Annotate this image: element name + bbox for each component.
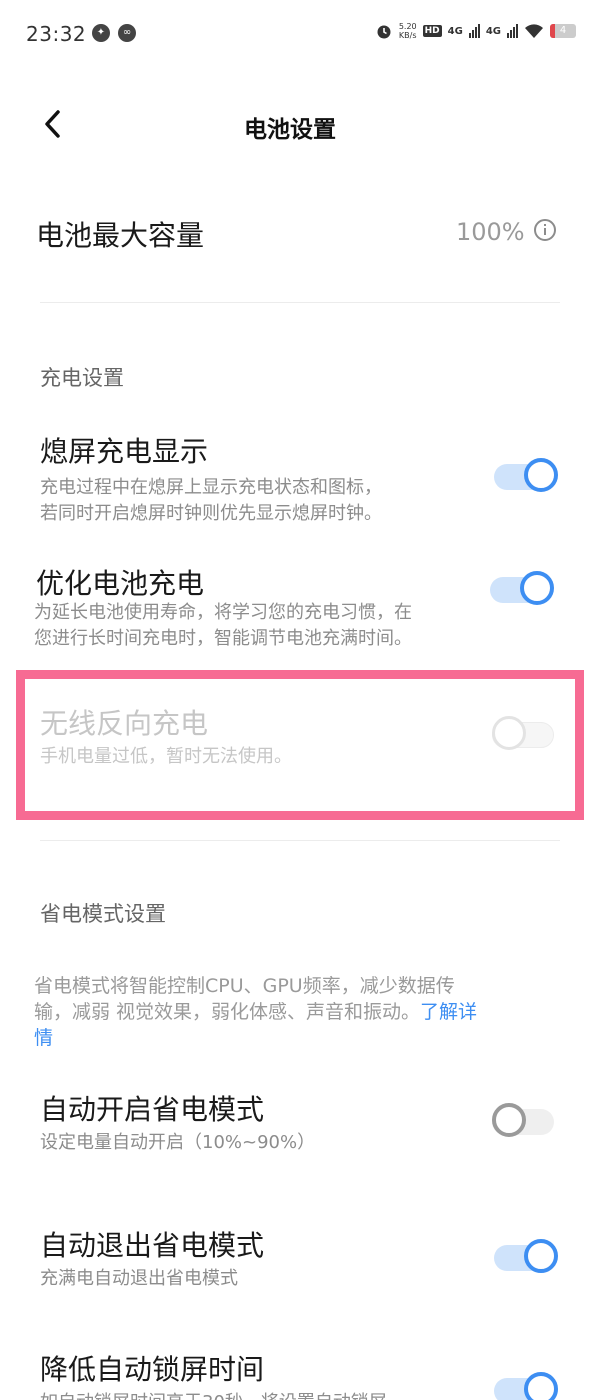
divider xyxy=(40,840,560,841)
network-type-2: 4G xyxy=(485,25,501,37)
reduce-auto-lock-time-title: 降低自动锁屏时间 xyxy=(40,1353,265,1386)
aod-charging-display-toggle[interactable] xyxy=(494,456,560,496)
network-speed-value: 5.20 xyxy=(398,22,417,31)
auto-exit-power-saving-row[interactable]: 自动退出省电模式 充满电自动退出省电模式 xyxy=(0,1224,600,1304)
reduce-auto-lock-time-toggle[interactable] xyxy=(494,1370,560,1400)
toggle-knob xyxy=(492,1103,526,1137)
optimized-charging-desc-1: 为延长电池使用寿命，将学习您的充电习惯，在 xyxy=(34,602,412,623)
power-saving-desc-line-3: 情 xyxy=(34,1025,574,1051)
signal-icon-2 xyxy=(507,24,518,38)
toggle-knob xyxy=(524,1372,558,1400)
battery-icon: 4 xyxy=(550,24,576,38)
battery-capacity-row: 电池最大容量 100% xyxy=(0,200,600,270)
highlight-box xyxy=(16,670,584,820)
battery-level: 4 xyxy=(559,25,567,36)
auto-enable-power-saving-toggle[interactable] xyxy=(492,1101,558,1141)
battery-capacity-label: 电池最大容量 xyxy=(36,219,205,252)
charging-section-header: 充电设置 xyxy=(40,366,124,390)
divider xyxy=(40,302,560,303)
wifi-icon xyxy=(525,24,543,38)
auto-enable-power-saving-desc: 设定电量自动开启（10%~90%） xyxy=(40,1132,316,1153)
status-bar: 23:32 ✦ ∞ 5.20 KB/s HD 4G 4G 4 xyxy=(0,0,600,70)
network-speed-unit: KB/s xyxy=(398,31,417,40)
toggle-knob xyxy=(524,1239,558,1273)
status-time: 23:32 xyxy=(26,22,87,46)
page-title: 电池设置 xyxy=(244,117,336,143)
power-saving-description: 省电模式将智能控制CPU、GPU频率，减少数据传 输，减弱 视觉效果，弱化体感、… xyxy=(34,973,574,1051)
status-left-icons: ✦ ∞ xyxy=(92,24,136,42)
alarm-icon xyxy=(377,25,391,39)
power-saving-desc-line-1: 省电模式将智能控制CPU、GPU频率，减少数据传 xyxy=(34,975,455,997)
reduce-auto-lock-time-row[interactable]: 降低自动锁屏时间 如自动锁屏时间高于30秒，将设置自动锁屏 xyxy=(0,1348,600,1400)
aod-charging-display-row[interactable]: 熄屏充电显示 充电过程中在熄屏上显示充电状态和图标， 若同时开启熄屏时钟则优先显… xyxy=(0,430,600,530)
auto-exit-power-saving-title: 自动退出省电模式 xyxy=(40,1229,265,1262)
hd-badge: HD xyxy=(422,25,442,37)
auto-enable-power-saving-title: 自动开启省电模式 xyxy=(40,1093,265,1126)
chevron-left-icon xyxy=(45,110,60,138)
back-button[interactable] xyxy=(34,104,74,144)
wechat-icon: ✦ xyxy=(92,24,110,42)
reduce-auto-lock-time-desc: 如自动锁屏时间高于30秒，将设置自动锁屏 xyxy=(40,1390,387,1400)
auto-exit-power-saving-desc: 充满电自动退出省电模式 xyxy=(40,1268,238,1289)
network-type-1: 4G xyxy=(447,25,463,37)
learn-more-link-cont[interactable]: 情 xyxy=(34,1027,53,1049)
optimized-charging-title: 优化电池充电 xyxy=(36,567,205,600)
toggle-knob xyxy=(520,571,554,605)
power-saving-desc-line-2-text: 输，减弱 视觉效果，弱化体感、声音和振动。 xyxy=(34,1001,421,1023)
network-speed: 5.20 KB/s xyxy=(399,22,417,40)
battery-capacity-value: 100% xyxy=(456,218,525,246)
learn-more-link[interactable]: 了解详 xyxy=(420,1001,477,1023)
auto-enable-power-saving-row[interactable]: 自动开启省电模式 设定电量自动开启（10%~90%） xyxy=(0,1088,600,1168)
aod-charging-display-desc-1: 充电过程中在熄屏上显示充电状态和图标， xyxy=(40,477,382,498)
optimized-charging-desc-2: 您进行长时间充电时，智能调节电池充满时间。 xyxy=(34,628,412,649)
battery-settings-page: 23:32 ✦ ∞ 5.20 KB/s HD 4G 4G 4 电池设置 电池最大… xyxy=(0,0,600,1400)
aod-charging-display-title: 熄屏充电显示 xyxy=(40,435,209,468)
aod-charging-display-desc-2: 若同时开启熄屏时钟则优先显示熄屏时钟。 xyxy=(40,503,382,524)
app-notification-icon: ∞ xyxy=(118,24,136,42)
header: 电池设置 xyxy=(0,92,600,156)
status-right-icons: 5.20 KB/s HD 4G 4G 4 xyxy=(375,22,576,40)
auto-exit-power-saving-toggle[interactable] xyxy=(494,1237,560,1277)
info-icon[interactable] xyxy=(533,218,557,242)
power-saving-section-header: 省电模式设置 xyxy=(40,902,166,926)
optimized-charging-row[interactable]: 优化电池充电 为延长电池使用寿命，将学习您的充电习惯，在 您进行长时间充电时，智… xyxy=(0,562,600,662)
toggle-knob xyxy=(524,458,558,492)
signal-icon xyxy=(468,24,480,38)
power-saving-desc-line-2: 输，减弱 视觉效果，弱化体感、声音和振动。了解详 xyxy=(34,999,574,1025)
optimized-charging-toggle[interactable] xyxy=(490,569,556,609)
